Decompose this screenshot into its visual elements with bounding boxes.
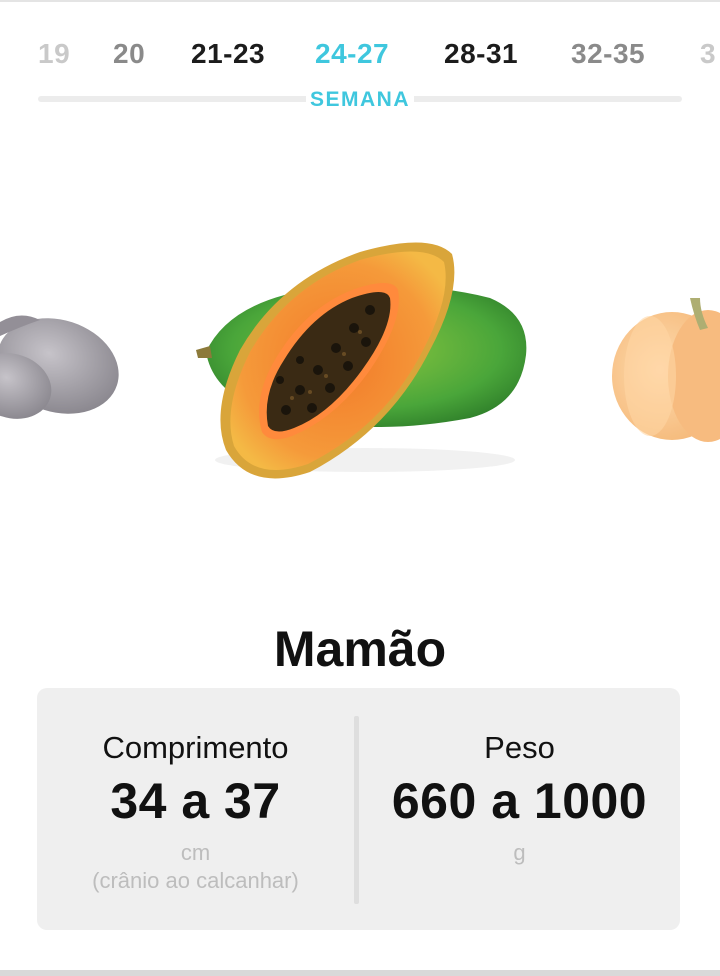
pumpkin-image[interactable] xyxy=(612,298,720,442)
length-column: Comprimento 34 a 37 cm (crânio ao calcan… xyxy=(37,688,354,930)
weight-value: 660 a 1000 xyxy=(391,773,648,829)
length-note: (crânio ao calcanhar) xyxy=(92,868,299,893)
week-caption-text: SEMANA xyxy=(305,88,414,111)
week-caption: SEMANA xyxy=(0,88,720,112)
week-tab-28-31[interactable]: 28-31 xyxy=(444,38,518,70)
top-border xyxy=(0,0,720,2)
week-tab-19[interactable]: 19 xyxy=(38,38,70,70)
weight-unit: g xyxy=(513,840,526,865)
week-tab-20[interactable]: 20 xyxy=(113,38,145,70)
fruit-carousel[interactable] xyxy=(0,180,720,520)
week-tab-32-35[interactable]: 32-35 xyxy=(571,38,645,70)
bottom-border xyxy=(0,970,720,976)
week-tab-next[interactable]: 3 xyxy=(700,38,716,70)
weight-column: Peso 660 a 1000 g xyxy=(359,688,680,930)
week-tab-21-23[interactable]: 21-23 xyxy=(191,38,265,70)
length-label: Comprimento xyxy=(102,730,289,765)
fruit-name: Mamão xyxy=(273,621,447,677)
size-info-card: Comprimento 34 a 37 cm (crânio ao calcan… xyxy=(37,688,680,930)
length-value: 34 a 37 xyxy=(110,773,281,829)
length-unit: cm xyxy=(180,840,211,865)
week-tab-24-27[interactable]: 24-27 xyxy=(315,38,389,70)
eggplant-image[interactable] xyxy=(0,303,131,429)
papaya-image[interactable] xyxy=(196,242,527,479)
weight-label: Peso xyxy=(484,730,555,765)
week-selector[interactable]: 19 20 21-23 24-27 28-31 32-35 3 xyxy=(0,30,720,80)
